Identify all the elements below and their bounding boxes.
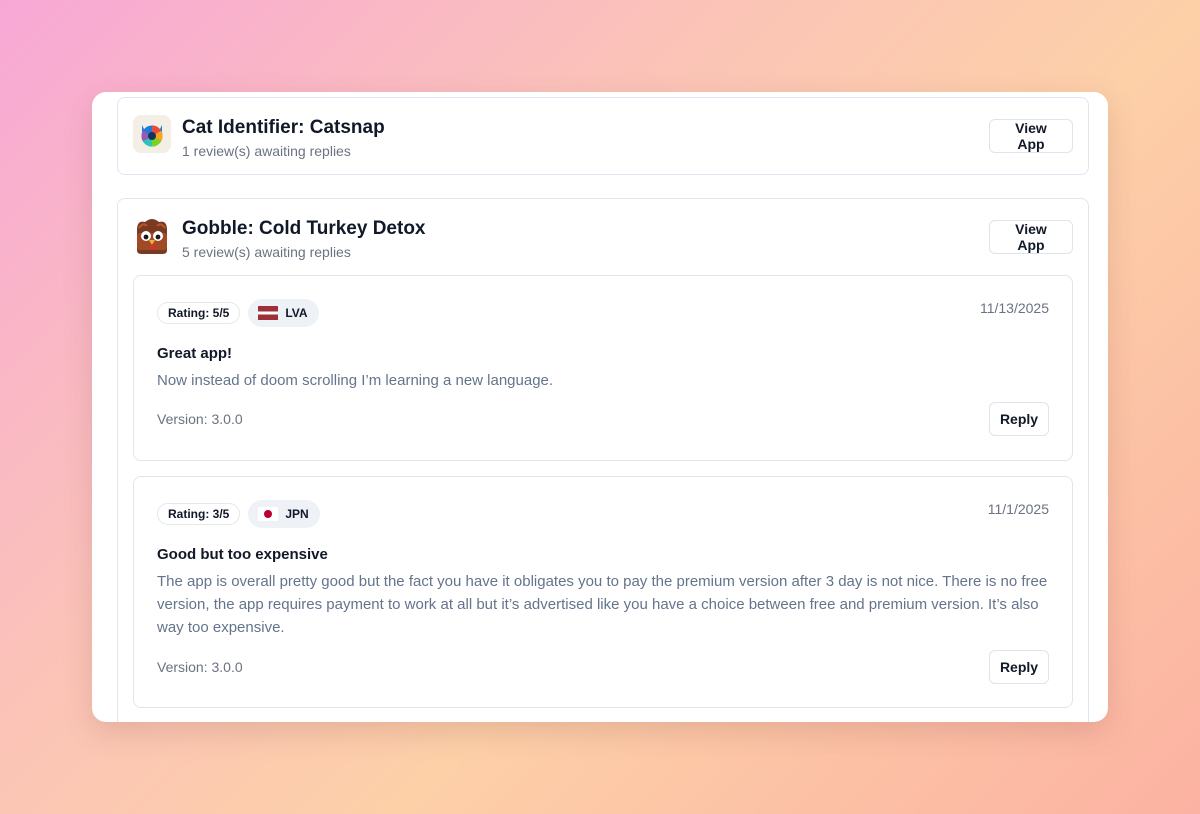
- review-body: The app is overall pretty good but the f…: [157, 573, 1048, 636]
- app-header: Cat Identifier: Catsnap 1 review(s) awai…: [133, 115, 1073, 159]
- reviews-window: Cat Identifier: Catsnap 1 review(s) awai…: [92, 92, 1108, 722]
- gobble-turkey-icon: [133, 216, 171, 254]
- review-title: Good but too expensive: [157, 546, 328, 563]
- app-card-catsnap: Cat Identifier: Catsnap 1 review(s) awai…: [117, 97, 1089, 175]
- review-badges: Rating: 3/5 JPN: [157, 500, 320, 528]
- app-title: Cat Identifier: Catsnap: [182, 117, 385, 138]
- review-date: 11/13/2025: [979, 300, 1049, 316]
- country-code: LVA: [285, 306, 308, 320]
- reply-button[interactable]: Reply: [989, 402, 1049, 436]
- view-app-button[interactable]: View App: [989, 220, 1073, 254]
- country-code: JPN: [285, 507, 309, 521]
- review-title: Great app!: [157, 345, 233, 362]
- latvia-flag-icon: [258, 306, 279, 320]
- country-badge: LVA: [248, 299, 319, 327]
- review-version: Version: 3.0.0: [157, 411, 243, 427]
- review-card: Rating: 5/5 LVA 11/13/2025 Great app! No…: [133, 275, 1073, 461]
- rating-badge: Rating: 5/5: [157, 302, 241, 324]
- review-body: Now instead of doom scrolling I’m learni…: [157, 372, 554, 389]
- rating-badge: Rating: 3/5: [157, 503, 241, 525]
- app-card-gobble: Gobble: Cold Turkey Detox 5 review(s) aw…: [117, 198, 1089, 722]
- country-badge: JPN: [248, 500, 320, 528]
- review-version: Version: 3.0.0: [157, 659, 243, 675]
- awaiting-count: 1 review(s) awaiting replies: [182, 143, 351, 159]
- review-date: 11/1/2025: [987, 501, 1049, 517]
- review-badges: Rating: 5/5 LVA: [157, 299, 319, 327]
- app-header: Gobble: Cold Turkey Detox 5 review(s) aw…: [133, 216, 1073, 260]
- view-app-button[interactable]: View App: [989, 119, 1073, 153]
- catsnap-icon: [133, 115, 171, 153]
- review-card: Rating: 3/5 JPN 11/1/2025 Good but too e…: [133, 476, 1073, 708]
- japan-flag-icon: [258, 507, 279, 521]
- app-title: Gobble: Cold Turkey Detox: [182, 218, 426, 239]
- awaiting-count: 5 review(s) awaiting replies: [182, 244, 351, 260]
- reply-button[interactable]: Reply: [989, 650, 1049, 684]
